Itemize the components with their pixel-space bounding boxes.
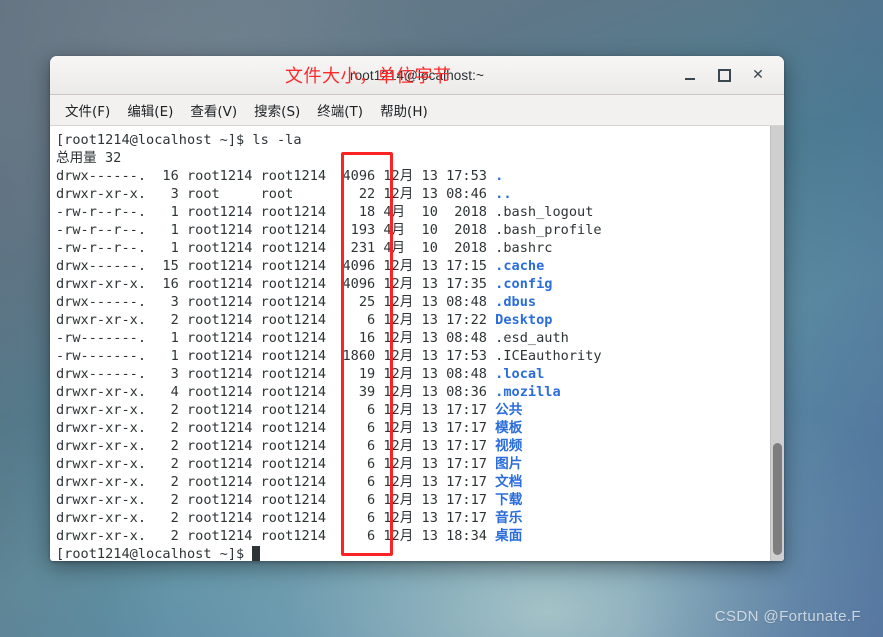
terminal-window: root1214@localhost:~ ✕ 文件(F) 编辑(E) 查看(V)… (50, 56, 784, 561)
file-name: .config (495, 276, 553, 292)
maximize-icon[interactable] (716, 67, 732, 83)
menubar: 文件(F) 编辑(E) 查看(V) 搜索(S) 终端(T) 帮助(H) (50, 95, 784, 126)
scrollbar[interactable] (770, 126, 784, 561)
file-name: . (495, 168, 504, 184)
annotation-label: 文件大小，单位字节 (285, 66, 452, 87)
row-meta: drwx------. 3 root1214 root1214 19 12月 1… (56, 366, 496, 382)
row-meta: drwxr-xr-x. 2 root1214 root1214 6 12月 13… (56, 438, 496, 454)
terminal-output: [root1214@localhost ~]$ ls -la 总用量 32 drwx… (50, 126, 770, 561)
file-name: 图片 (495, 456, 523, 472)
table-row: drwxr-xr-x. 2 root1214 root1214 6 12月 13… (56, 311, 770, 329)
terminal-command-line: [root1214@localhost ~]$ ls -la (56, 132, 302, 148)
table-row: drwxr-xr-x. 2 root1214 root1214 6 12月 13… (56, 401, 770, 419)
table-row: drwx------. 3 root1214 root1214 19 12月 1… (56, 365, 770, 383)
terminal-total-line: 总用量 32 (56, 150, 122, 166)
table-row: drwxr-xr-x. 4 root1214 root1214 39 12月 1… (56, 383, 770, 401)
file-name: Desktop (495, 312, 553, 328)
row-meta: -rw-------. 1 root1214 root1214 16 12月 1… (56, 330, 496, 346)
table-row: drwx------. 3 root1214 root1214 25 12月 1… (56, 293, 770, 311)
close-icon[interactable]: ✕ (750, 67, 766, 83)
row-meta: drwxr-xr-x. 2 root1214 root1214 6 12月 13… (56, 528, 496, 544)
shell-prompt: [root1214@localhost ~]$ (56, 546, 253, 561)
file-name: 文档 (495, 474, 523, 490)
file-name: .cache (495, 258, 545, 274)
table-row: -rw-------. 1 root1214 root1214 1860 12月… (56, 347, 770, 365)
row-meta: drwxr-xr-x. 2 root1214 root1214 6 12月 13… (56, 510, 496, 526)
row-meta: -rw-r--r--. 1 root1214 root1214 231 4月 1… (56, 240, 496, 256)
menu-item-search[interactable]: 搜索(S) (247, 97, 307, 123)
watermark: CSDN @Fortunate.F (714, 608, 861, 625)
file-name: .ICEauthority (495, 348, 602, 364)
row-meta: drwxr-xr-x. 2 root1214 root1214 6 12月 13… (56, 312, 496, 328)
file-name: .bash_logout (495, 204, 594, 220)
row-meta: drwxr-xr-x. 2 root1214 root1214 6 12月 13… (56, 456, 496, 472)
row-meta: -rw-------. 1 root1214 root1214 1860 12月… (56, 348, 496, 364)
file-name: 公共 (495, 402, 523, 418)
table-row: drwxr-xr-x. 2 root1214 root1214 6 12月 13… (56, 455, 770, 473)
terminal-prompt-line: [root1214@localhost ~]$ (56, 545, 770, 561)
table-row: -rw-------. 1 root1214 root1214 16 12月 1… (56, 329, 770, 347)
menu-item-edit[interactable]: 编辑(E) (120, 97, 180, 123)
table-row: drwxr-xr-x. 2 root1214 root1214 6 12月 13… (56, 509, 770, 527)
row-meta: drwxr-xr-x. 16 root1214 root1214 4096 12… (56, 276, 496, 292)
row-meta: drwxr-xr-x. 2 root1214 root1214 6 12月 13… (56, 420, 496, 436)
menu-item-view[interactable]: 查看(V) (183, 97, 244, 123)
row-meta: drwxr-xr-x. 3 root root 22 12月 13 08:46 (56, 186, 496, 202)
file-name: .. (495, 186, 512, 202)
table-row: drwx------. 15 root1214 root1214 4096 12… (56, 257, 770, 275)
row-meta: drwxr-xr-x. 4 root1214 root1214 39 12月 1… (56, 384, 496, 400)
file-name: .dbus (495, 294, 537, 310)
file-name: .mozilla (495, 384, 561, 400)
file-name: .esd_auth (495, 330, 569, 346)
file-name: .local (495, 366, 545, 382)
terminal-body[interactable]: [root1214@localhost ~]$ ls -la 总用量 32 drwx… (50, 126, 784, 561)
file-name: .bashrc (495, 240, 553, 256)
row-meta: -rw-r--r--. 1 root1214 root1214 193 4月 1… (56, 222, 496, 238)
file-name: 音乐 (495, 510, 523, 526)
menu-item-terminal[interactable]: 终端(T) (310, 97, 370, 123)
row-meta: drwxr-xr-x. 2 root1214 root1214 6 12月 13… (56, 402, 496, 418)
table-row: drwxr-xr-x. 3 root root 22 12月 13 08:46 … (56, 185, 770, 203)
table-row: drwxr-xr-x. 2 root1214 root1214 6 12月 13… (56, 491, 770, 509)
table-row: -rw-r--r--. 1 root1214 root1214 231 4月 1… (56, 239, 770, 257)
table-row: drwx------. 16 root1214 root1214 4096 12… (56, 167, 770, 185)
scrollbar-thumb[interactable] (773, 443, 782, 555)
window-controls: ✕ (682, 67, 784, 83)
row-meta: drwx------. 3 root1214 root1214 25 12月 1… (56, 294, 496, 310)
menu-item-file[interactable]: 文件(F) (58, 97, 117, 123)
table-row: -rw-r--r--. 1 root1214 root1214 18 4月 10… (56, 203, 770, 221)
row-meta: drwx------. 16 root1214 root1214 4096 12… (56, 168, 496, 184)
row-meta: drwxr-xr-x. 2 root1214 root1214 6 12月 13… (56, 492, 496, 508)
file-name: .bash_profile (495, 222, 602, 238)
row-meta: drwx------. 15 root1214 root1214 4096 12… (56, 258, 496, 274)
file-name: 下载 (495, 492, 523, 508)
minimize-icon[interactable] (682, 67, 698, 83)
table-row: -rw-r--r--. 1 root1214 root1214 193 4月 1… (56, 221, 770, 239)
row-meta: -rw-r--r--. 1 root1214 root1214 18 4月 10… (56, 204, 496, 220)
table-row: drwxr-xr-x. 2 root1214 root1214 6 12月 13… (56, 437, 770, 455)
terminal-cursor (252, 546, 261, 561)
table-row: drwxr-xr-x. 2 root1214 root1214 6 12月 13… (56, 527, 770, 545)
file-name: 桌面 (495, 528, 523, 544)
menu-item-help[interactable]: 帮助(H) (373, 97, 435, 123)
file-name: 模板 (495, 420, 523, 436)
table-row: drwxr-xr-x. 16 root1214 root1214 4096 12… (56, 275, 770, 293)
table-row: drwxr-xr-x. 2 root1214 root1214 6 12月 13… (56, 419, 770, 437)
file-name: 视频 (495, 438, 523, 454)
table-row: drwxr-xr-x. 2 root1214 root1214 6 12月 13… (56, 473, 770, 491)
row-meta: drwxr-xr-x. 2 root1214 root1214 6 12月 13… (56, 474, 496, 490)
